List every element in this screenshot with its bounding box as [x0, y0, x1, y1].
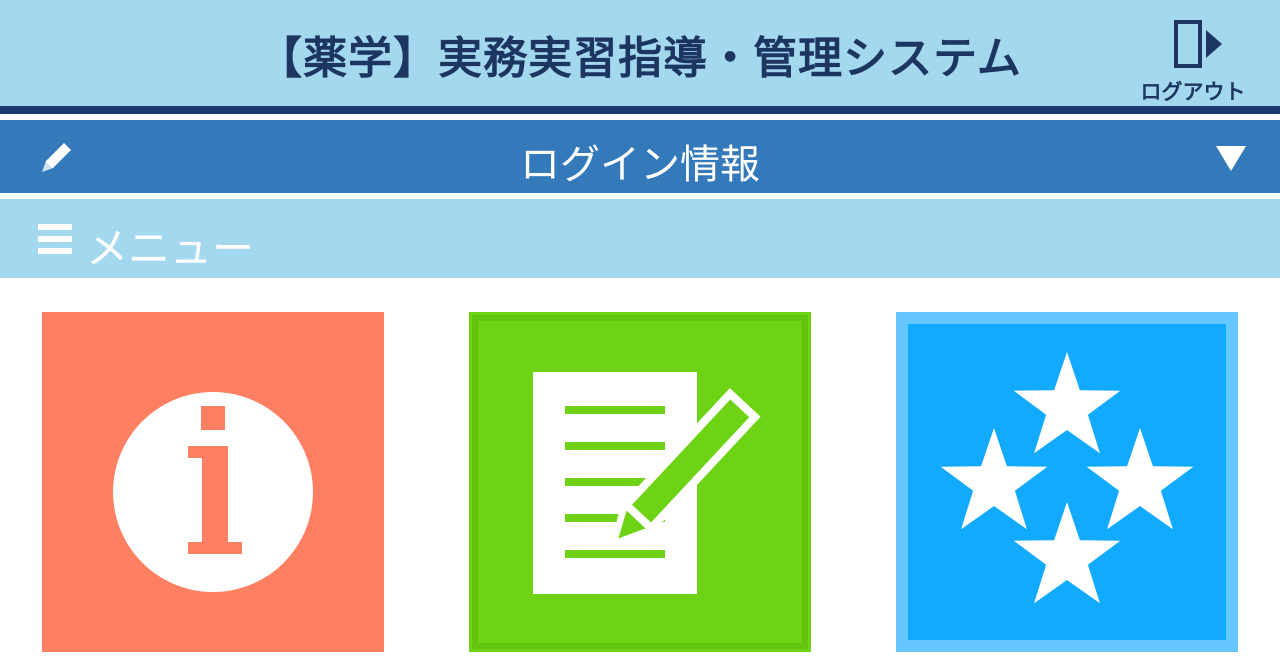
logout-icon: [1174, 20, 1222, 68]
login-info-toggle[interactable]: ログイン情報: [0, 120, 1280, 193]
menu-tile-info[interactable]: [42, 312, 384, 652]
login-info-title: ログイン情報: [520, 142, 760, 188]
menu-tile-evaluation[interactable]: [896, 312, 1238, 652]
stars-icon: [908, 324, 1226, 640]
hamburger-icon: [38, 224, 72, 254]
menu-title: メニュー: [86, 224, 255, 273]
page-title: 【薬学】実務実習指導・管理システム: [258, 33, 1022, 84]
chevron-down-icon: [1216, 146, 1246, 171]
logout-label: ログアウト: [1140, 80, 1246, 104]
menu-header: メニュー: [0, 199, 1280, 278]
logout-button[interactable]: ログアウト: [1128, 14, 1258, 104]
header-divider: [0, 106, 1280, 114]
app-header: 【薬学】実務実習指導・管理システム ログアウト: [0, 0, 1280, 106]
report-icon: [472, 315, 808, 649]
info-icon: [113, 392, 313, 592]
menu-tile-report[interactable]: [469, 312, 811, 652]
